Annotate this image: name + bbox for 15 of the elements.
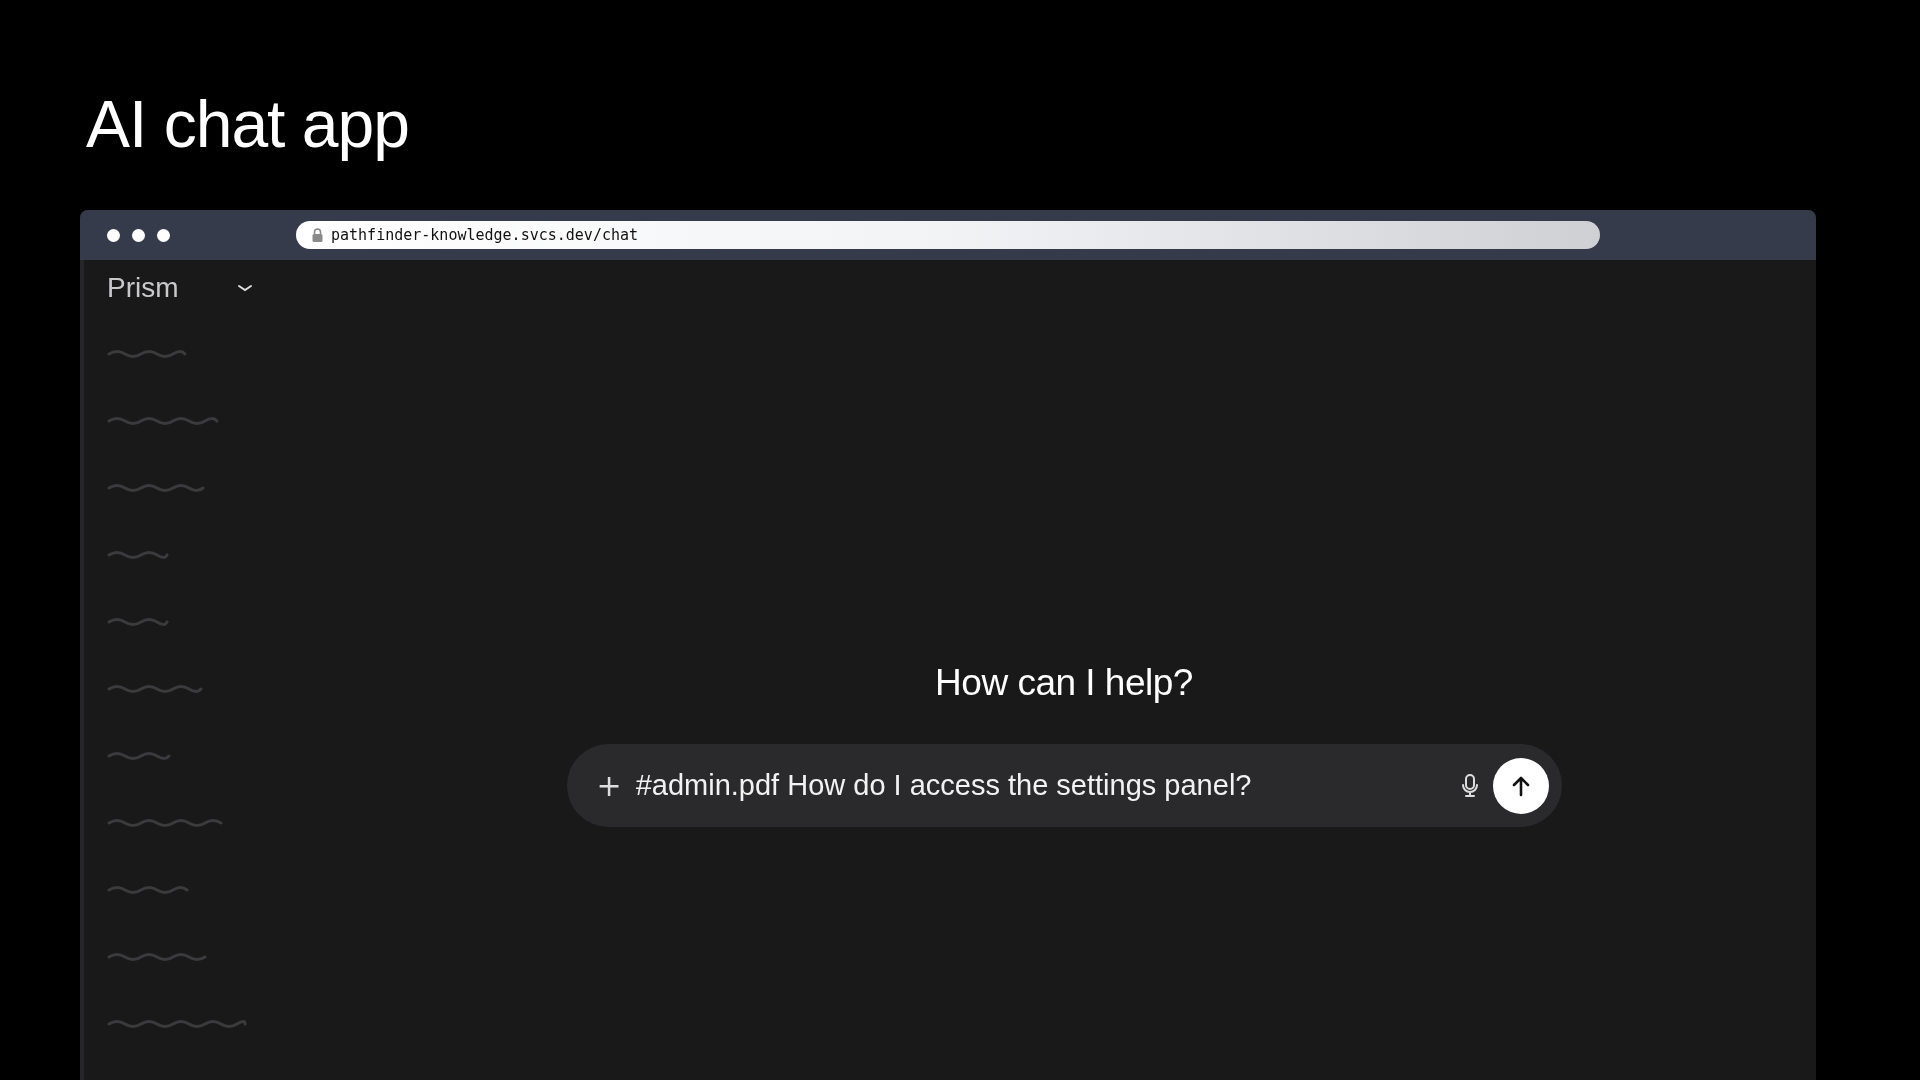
lock-icon [312,228,323,242]
window-control-dot[interactable] [157,228,170,242]
message-input[interactable]: #admin.pdf How do I access the settings panel? [635,769,1447,802]
chevron-down-icon[interactable] [237,283,253,293]
address-bar[interactable]: pathfinder-knowledge.svcs.dev/chat [296,221,1600,249]
microphone-icon[interactable] [1460,773,1479,798]
slide-title: AI chat app [86,86,409,162]
arrow-up-icon [1510,774,1531,797]
workspace-name[interactable]: Prism [107,272,237,304]
add-attachment-button[interactable]: + [596,768,622,803]
message-composer[interactable]: + #admin.pdf How do I access the settings panel? [566,744,1562,827]
window-control-dot[interactable] [107,228,120,242]
window-control-dot[interactable] [132,228,145,242]
url-text: pathfinder-knowledge.svcs.dev/chat [331,226,639,244]
greeting-heading: How can I help? [935,662,1193,704]
